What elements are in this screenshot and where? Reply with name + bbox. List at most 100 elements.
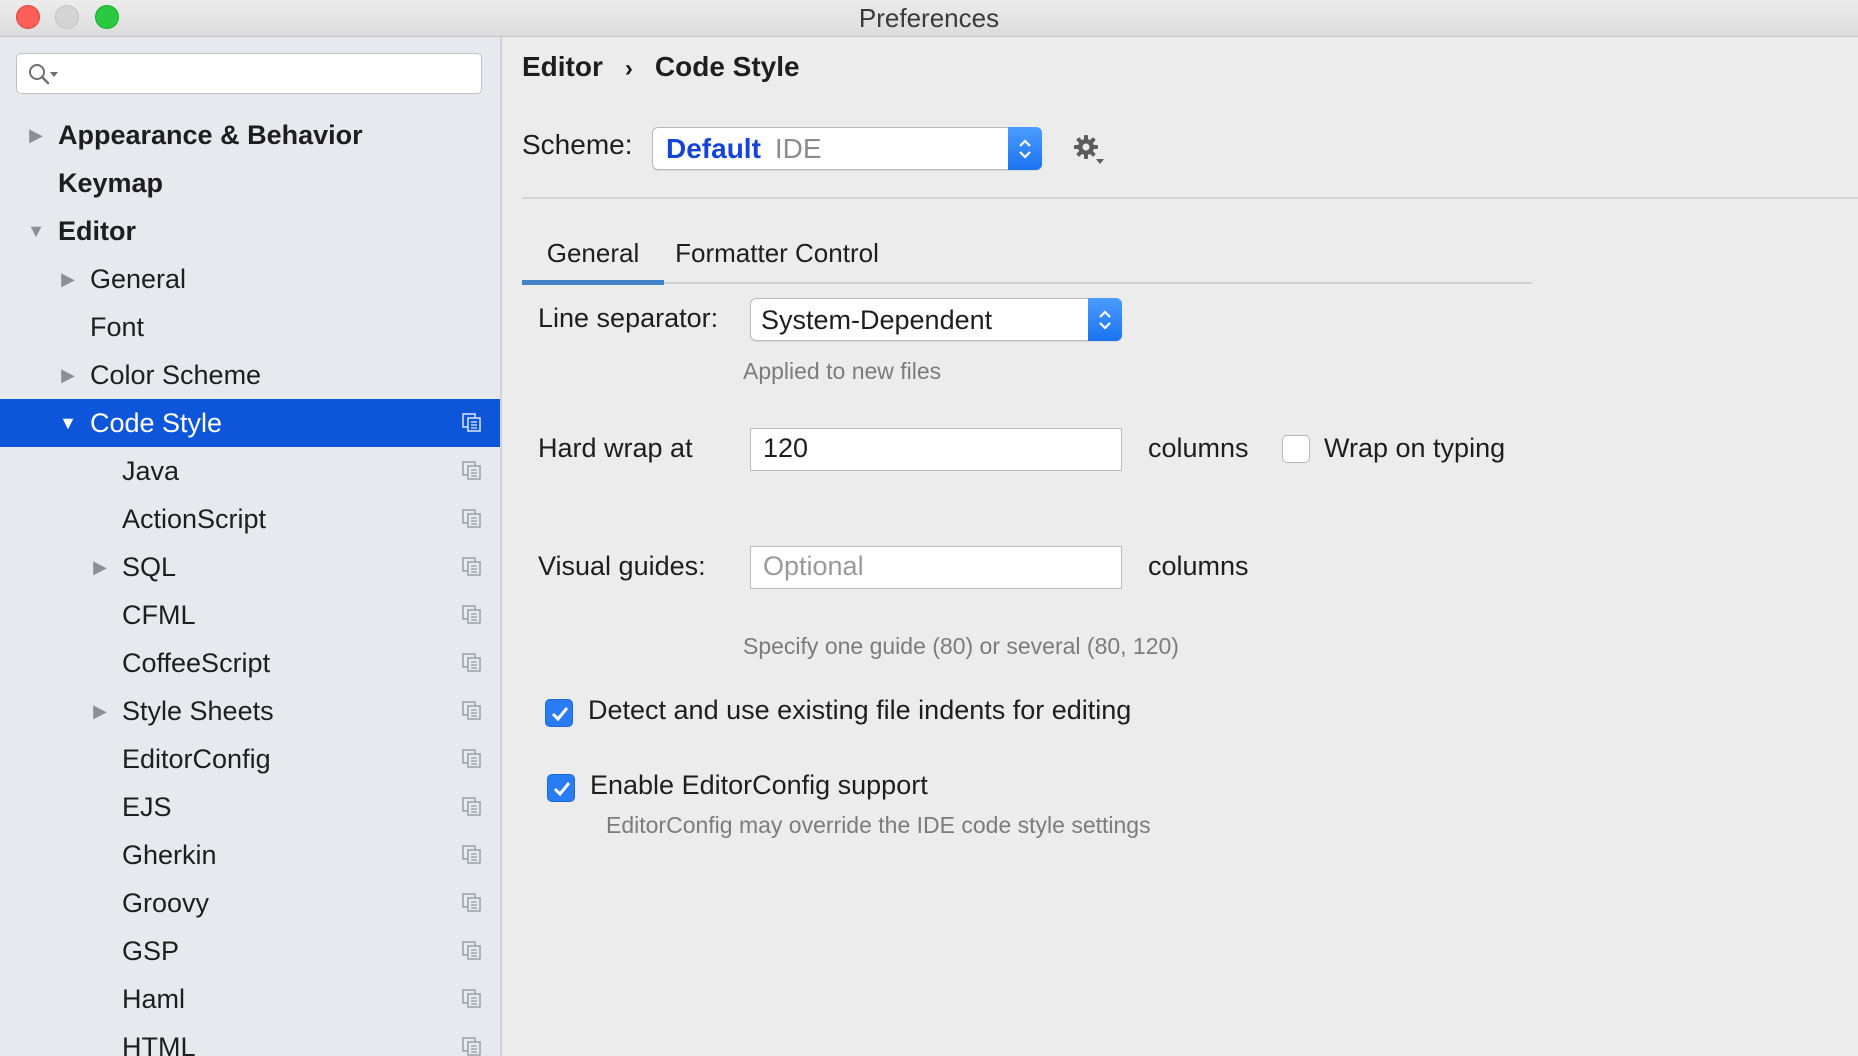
copy-settings-icon[interactable] — [462, 605, 482, 625]
settings-sidebar: ▶ Appearance & Behavior Keymap ▼ Editor ▶ Gene… — [0, 37, 502, 1056]
checkmark-icon — [551, 707, 569, 722]
sidebar-item-editorconfig[interactable]: EditorConfig — [0, 735, 500, 783]
visual-guides-label: Visual guides: — [538, 551, 706, 581]
sidebar-item-gsp[interactable]: GSP — [0, 927, 500, 975]
scheme-value: Default — [666, 133, 761, 164]
copy-settings-icon[interactable] — [462, 413, 482, 433]
sidebar-item-label: ActionScript — [122, 504, 267, 534]
scheme-qualifier: IDE — [774, 133, 822, 164]
sidebar-item-keymap[interactable]: Keymap — [0, 159, 500, 207]
sidebar-item-label: CoffeeScript — [122, 648, 271, 678]
expanded-arrow-icon[interactable]: ▼ — [58, 399, 78, 447]
hard-wrap-unit: columns — [1148, 433, 1249, 463]
sidebar-item-label: SQL — [122, 552, 177, 582]
collapsed-arrow-icon[interactable]: ▶ — [26, 111, 46, 159]
copy-settings-icon[interactable] — [462, 701, 482, 721]
sidebar-item-java[interactable]: Java — [0, 447, 500, 495]
settings-tree: ▶ Appearance & Behavior Keymap ▼ Editor ▶ Gene… — [0, 111, 500, 1056]
sidebar-item-label: HTML — [122, 1032, 196, 1056]
sidebar-item-style-sheets[interactable]: ▶ Style Sheets — [0, 687, 500, 735]
breadcrumb-current: Code Style — [654, 51, 800, 82]
checkmark-icon — [553, 782, 571, 797]
editorconfig-label[interactable]: Enable EditorConfig support — [590, 770, 928, 801]
search-icon — [29, 64, 58, 85]
sidebar-item-color-scheme[interactable]: ▶ Color Scheme — [0, 351, 500, 399]
copy-settings-icon[interactable] — [462, 797, 482, 817]
wrap-on-typing-label[interactable]: Wrap on typing — [1324, 433, 1505, 464]
tab-bar: General Formatter Control — [522, 230, 1532, 285]
main-panel: Editor › Code Style Scheme: Default IDE Gen… — [502, 37, 1858, 1056]
copy-settings-icon[interactable] — [462, 461, 482, 481]
detect-indents-label[interactable]: Detect and use existing file indents for… — [588, 695, 1131, 726]
copy-settings-icon[interactable] — [462, 989, 482, 1009]
sidebar-item-label: Font — [90, 312, 145, 342]
sidebar-item-label: GSP — [122, 936, 180, 966]
sidebar-item-label: Groovy — [122, 888, 210, 918]
window-title: Preferences — [858, 3, 1000, 33]
scheme-select[interactable]: Default IDE — [652, 127, 1042, 170]
line-separator-hint: Applied to new files — [743, 358, 942, 384]
sidebar-item-label: Color Scheme — [90, 360, 262, 390]
copy-settings-icon[interactable] — [462, 893, 482, 913]
sidebar-item-label: Java — [122, 456, 180, 486]
line-separator-label: Line separator: — [538, 303, 719, 333]
sidebar-item-label: Haml — [122, 984, 186, 1014]
sidebar-item-coffeescript[interactable]: CoffeeScript — [0, 639, 500, 687]
wrap-on-typing-checkbox[interactable] — [1282, 435, 1310, 463]
breadcrumb: Editor › Code Style — [522, 51, 800, 83]
search-input[interactable] — [16, 53, 482, 94]
expanded-arrow-icon[interactable]: ▼ — [26, 207, 46, 255]
title-bar: Preferences — [0, 0, 1858, 37]
copy-settings-icon[interactable] — [462, 1037, 482, 1056]
breadcrumb-separator: › — [624, 55, 633, 82]
sidebar-item-haml[interactable]: Haml — [0, 975, 500, 1023]
sidebar-item-label: Editor — [58, 216, 136, 246]
sidebar-item-label: Style Sheets — [122, 696, 274, 726]
header-divider — [522, 197, 1858, 199]
sidebar-item-sql[interactable]: ▶ SQL — [0, 543, 500, 591]
visual-guides-unit: columns — [1148, 551, 1249, 581]
sidebar-item-editor[interactable]: ▼ Editor — [0, 207, 500, 255]
collapsed-arrow-icon[interactable]: ▶ — [90, 687, 110, 735]
sidebar-item-html[interactable]: HTML — [0, 1023, 500, 1056]
scheme-label: Scheme: — [522, 129, 633, 160]
sidebar-item-code-style[interactable]: ▼ Code Style — [0, 399, 500, 447]
detect-indents-checkbox[interactable] — [545, 699, 573, 727]
sidebar-item-font[interactable]: Font — [0, 303, 500, 351]
sidebar-item-gherkin[interactable]: Gherkin — [0, 831, 500, 879]
sidebar-item-label: CFML — [122, 600, 196, 630]
collapsed-arrow-icon[interactable]: ▶ — [58, 255, 78, 303]
sidebar-item-appearance-behavior[interactable]: ▶ Appearance & Behavior — [0, 111, 500, 159]
sidebar-item-label: EditorConfig — [122, 744, 271, 774]
tab-formatter-control[interactable]: Formatter Control — [664, 230, 890, 280]
line-separator-value: System-Dependent — [761, 305, 993, 335]
sidebar-item-label: EJS — [122, 792, 172, 822]
line-separator-dropdown-button[interactable] — [1088, 298, 1122, 341]
copy-settings-icon[interactable] — [462, 749, 482, 769]
sidebar-item-groovy[interactable]: Groovy — [0, 879, 500, 927]
hard-wrap-input[interactable]: 120 — [750, 428, 1122, 471]
updown-chevron-icon — [1099, 309, 1111, 330]
tab-general[interactable]: General — [522, 230, 664, 285]
breadcrumb-parent[interactable]: Editor — [522, 51, 603, 82]
sidebar-item-ejs[interactable]: EJS — [0, 783, 500, 831]
copy-settings-icon[interactable] — [462, 941, 482, 961]
sidebar-item-label: Appearance & Behavior — [58, 120, 363, 150]
sidebar-item-cfml[interactable]: CFML — [0, 591, 500, 639]
updown-chevron-icon — [1019, 138, 1031, 159]
copy-settings-icon[interactable] — [462, 653, 482, 673]
sidebar-item-actionscript[interactable]: ActionScript — [0, 495, 500, 543]
collapsed-arrow-icon[interactable]: ▶ — [58, 351, 78, 399]
hard-wrap-label: Hard wrap at — [538, 433, 693, 463]
sidebar-item-general[interactable]: ▶ General — [0, 255, 500, 303]
copy-settings-icon[interactable] — [462, 557, 482, 577]
visual-guides-input[interactable]: Optional — [750, 546, 1122, 589]
collapsed-arrow-icon[interactable]: ▶ — [90, 543, 110, 591]
scheme-dropdown-button[interactable] — [1008, 127, 1042, 170]
copy-settings-icon[interactable] — [462, 845, 482, 865]
visual-guides-hint: Specify one guide (80) or several (80, 1… — [743, 633, 1179, 659]
line-separator-select[interactable]: System-Dependent — [750, 298, 1122, 341]
editorconfig-checkbox[interactable] — [547, 774, 575, 802]
copy-settings-icon[interactable] — [462, 509, 482, 529]
gear-icon[interactable] — [1072, 133, 1106, 167]
